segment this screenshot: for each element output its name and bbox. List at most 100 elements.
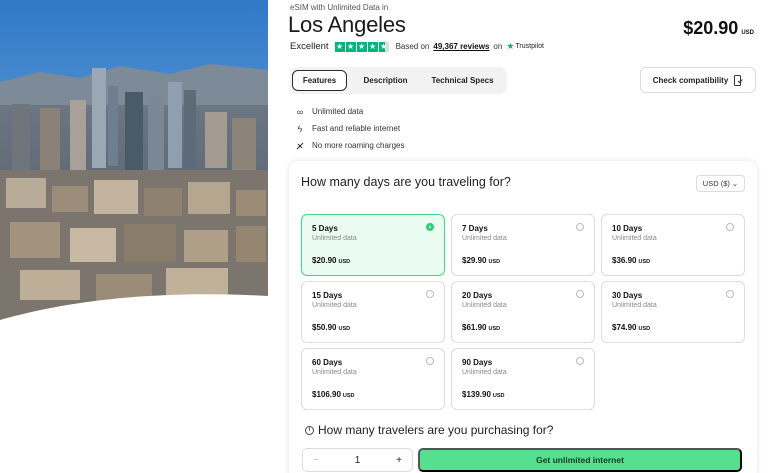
- currency-select[interactable]: USD ($) ⌄: [696, 175, 745, 192]
- based-on-text: Based on: [395, 42, 430, 51]
- plan-card-90-days[interactable]: 90 Days Unlimited data $139.90 USD: [451, 348, 595, 410]
- plan-amount: $20.90: [312, 256, 337, 265]
- phone-check-icon: [734, 74, 744, 86]
- plan-card-15-days[interactable]: 15 Days Unlimited data $50.90 USD: [301, 281, 445, 343]
- feature-item: No more roaming charges: [294, 137, 404, 154]
- plan-days: 60 Days: [312, 358, 343, 367]
- plan-amount: $61.90: [462, 323, 487, 332]
- minus-button[interactable]: −: [313, 455, 319, 466]
- info-icon[interactable]: i: [305, 425, 314, 435]
- plan-price: $20.90 USD: [312, 256, 350, 265]
- product-tabs: Features Description Technical Specs: [290, 67, 507, 94]
- quantity-stepper: − 1 +: [302, 448, 413, 472]
- travelers-question: i How many travelers are you purchasing …: [305, 423, 553, 437]
- plan-price: $36.90 USD: [612, 256, 650, 265]
- plan-days: 10 Days: [612, 224, 643, 233]
- plan-radio[interactable]: [426, 290, 434, 298]
- plan-price: $50.90 USD: [312, 323, 350, 332]
- feature-label: Fast and reliable internet: [312, 124, 401, 133]
- star-icon: ★: [334, 41, 345, 52]
- plan-price: $29.90 USD: [462, 256, 500, 265]
- feature-label: No more roaming charges: [312, 141, 405, 150]
- plan-days: 90 Days: [462, 358, 493, 367]
- plan-price: $74.90 USD: [612, 323, 650, 332]
- hero-image: [0, 0, 268, 330]
- get-unlimited-internet-button[interactable]: Get unlimited internet: [418, 448, 742, 472]
- reviews-link[interactable]: 49,367 reviews: [433, 42, 489, 51]
- half-star-icon: ★: [378, 41, 389, 52]
- plan-price: $139.90 USD: [462, 390, 505, 399]
- plan-amount: $106.90: [312, 390, 341, 399]
- price-amount: $20.90: [683, 18, 739, 38]
- plan-data: Unlimited data: [312, 235, 357, 242]
- plan-data: Unlimited data: [312, 302, 357, 309]
- check-compatibility-button[interactable]: Check compatibility: [640, 67, 756, 93]
- eyebrow-text: eSIM with Unlimited Data in: [290, 3, 389, 12]
- plan-amount: $74.90: [612, 323, 637, 332]
- plan-days: 7 Days: [462, 224, 488, 233]
- plan-currency: USD: [492, 393, 505, 399]
- plan-radio[interactable]: [726, 223, 734, 231]
- trustpilot-star-icon: ★: [506, 41, 515, 51]
- plan-radio[interactable]: [576, 357, 584, 365]
- plan-data: Unlimited data: [612, 235, 657, 242]
- plan-radio[interactable]: [576, 223, 584, 231]
- plan-card-10-days[interactable]: 10 Days Unlimited data $36.90 USD: [601, 214, 745, 276]
- plan-card-7-days[interactable]: 7 Days Unlimited data $29.90 USD: [451, 214, 595, 276]
- price-currency: USD: [741, 30, 754, 36]
- page-title: Los Angeles: [288, 12, 406, 37]
- plan-currency: USD: [488, 326, 501, 332]
- plan-currency: USD: [488, 259, 501, 265]
- chevron-down-icon: ⌄: [731, 179, 739, 188]
- infinity-icon: ∞: [296, 106, 304, 117]
- lightning-icon: ϟ: [297, 123, 303, 134]
- rating-row: Excellent ★ ★ ★ ★ ★ Based on 49,367 revi…: [290, 41, 544, 52]
- plan-amount: $29.90: [462, 256, 487, 265]
- feature-label: Unlimited data: [312, 107, 364, 116]
- plan-currency: USD: [338, 326, 351, 332]
- plus-button[interactable]: +: [396, 455, 402, 466]
- plan-amount: $139.90: [462, 390, 491, 399]
- plan-price: $61.90 USD: [462, 323, 500, 332]
- tab-features[interactable]: Features: [292, 70, 347, 91]
- check-compatibility-label: Check compatibility: [652, 75, 729, 85]
- trustpilot-name: Trustpilot: [515, 43, 544, 50]
- plan-radio[interactable]: [426, 357, 434, 365]
- price-display: $20.90 USD: [683, 18, 754, 39]
- star-icon: ★: [356, 41, 367, 52]
- plan-radio[interactable]: [726, 290, 734, 298]
- plan-data: Unlimited data: [462, 302, 507, 309]
- plan-card-20-days[interactable]: 20 Days Unlimited data $61.90 USD: [451, 281, 595, 343]
- plan-card-30-days[interactable]: 30 Days Unlimited data $74.90 USD: [601, 281, 745, 343]
- quantity-value[interactable]: 1: [355, 455, 361, 466]
- plan-currency: USD: [638, 259, 651, 265]
- plan-days: 20 Days: [462, 291, 493, 300]
- plan-days: 15 Days: [312, 291, 343, 300]
- plan-grid: 5 Days Unlimited data $20.90 USD 7 Days …: [301, 214, 745, 410]
- plan-currency: USD: [338, 259, 351, 265]
- tab-description[interactable]: Description: [347, 70, 424, 91]
- no-roaming-icon: [294, 141, 306, 151]
- plan-data: Unlimited data: [312, 369, 357, 376]
- plan-days: 5 Days: [312, 224, 338, 233]
- plans-panel: How many days are you traveling for? USD…: [289, 161, 757, 473]
- plan-card-60-days[interactable]: 60 Days Unlimited data $106.90 USD: [301, 348, 445, 410]
- travelers-question-text: How many travelers are you purchasing fo…: [318, 423, 554, 437]
- plan-radio[interactable]: [426, 223, 434, 231]
- rating-label: Excellent: [290, 41, 329, 52]
- plan-amount: $36.90: [612, 256, 637, 265]
- feature-item: ϟ Fast and reliable internet: [294, 120, 404, 137]
- plan-radio[interactable]: [576, 290, 584, 298]
- plan-data: Unlimited data: [612, 302, 657, 309]
- trustpilot-stars: ★ ★ ★ ★ ★: [334, 41, 389, 52]
- plan-data: Unlimited data: [462, 369, 507, 376]
- features-list: ∞ Unlimited data ϟ Fast and reliable int…: [294, 103, 404, 154]
- on-text: on: [493, 42, 503, 51]
- star-icon: ★: [345, 41, 356, 52]
- plan-days: 30 Days: [612, 291, 643, 300]
- plan-amount: $50.90: [312, 323, 337, 332]
- tab-technical-specs[interactable]: Technical Specs: [424, 70, 501, 91]
- plan-card-5-days[interactable]: 5 Days Unlimited data $20.90 USD: [301, 214, 445, 276]
- currency-select-value: USD ($): [702, 179, 730, 188]
- city-skyline-illustration: [0, 0, 268, 330]
